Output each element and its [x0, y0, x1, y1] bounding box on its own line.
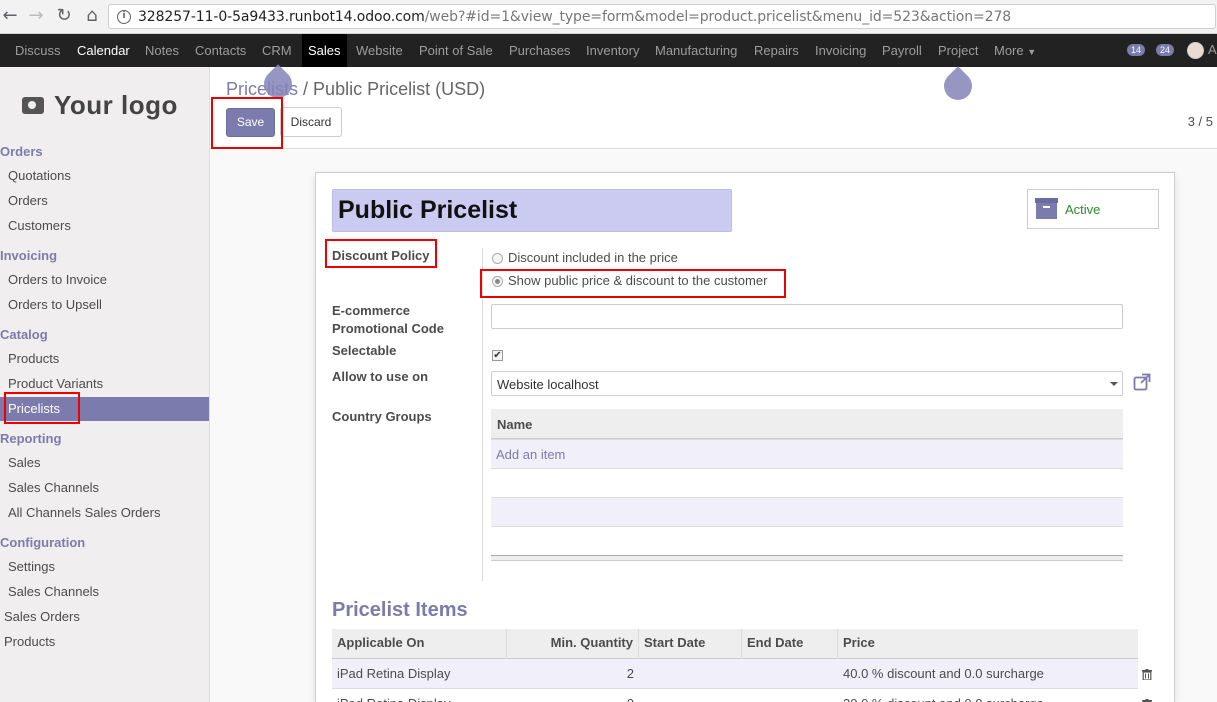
table-header: Name: [491, 409, 1123, 439]
pricelist-name-input[interactable]: Public Pricelist: [332, 189, 732, 232]
activities-badge[interactable]: 24: [1156, 44, 1175, 56]
nav-calendar[interactable]: Calendar: [77, 34, 130, 67]
nav-manufacturing[interactable]: Manufacturing: [655, 34, 737, 67]
sidebar: Your logo Orders Quotations Orders Custo…: [0, 67, 210, 702]
nav-repairs[interactable]: Repairs: [754, 34, 799, 67]
col-price[interactable]: Price: [838, 629, 1138, 659]
breadcrumb-current: Public Pricelist (USD): [313, 79, 486, 99]
sidebar-section-orders[interactable]: Orders: [0, 144, 43, 159]
caret-down-icon: ▼: [1027, 47, 1037, 57]
discount-policy-label: Discount Policy: [332, 248, 430, 263]
control-panel: Pricelists / Public Pricelist (USD) Save…: [210, 67, 1217, 149]
promo-code-input[interactable]: [491, 304, 1123, 329]
sidebar-section-configuration[interactable]: Configuration: [0, 535, 85, 550]
sidebar-item-sales[interactable]: Sales: [8, 455, 41, 470]
col-end-date[interactable]: End Date: [742, 629, 838, 659]
form-sheet: Public Pricelist Active Discount Policy …: [315, 172, 1175, 702]
sidebar-item-orders[interactable]: Orders: [8, 193, 48, 208]
ecommerce-code-label: E-commerce Promotional Code: [332, 303, 444, 336]
sidebar-item-settings[interactable]: Settings: [8, 559, 55, 574]
nav-website[interactable]: Website: [356, 34, 403, 67]
company-logo[interactable]: Your logo: [22, 85, 178, 125]
nav-purchases[interactable]: Purchases: [509, 34, 570, 67]
sidebar-item-customers[interactable]: Customers: [8, 218, 71, 233]
selectable-label: Selectable: [332, 343, 397, 358]
add-item-row[interactable]: Add an item: [491, 439, 1123, 468]
col-applicable-on[interactable]: Applicable On: [332, 629, 507, 659]
dropdown-caret-icon: [1110, 382, 1118, 386]
sidebar-section-reporting[interactable]: Reporting: [0, 431, 61, 446]
table-row: [491, 526, 1123, 555]
home-icon[interactable]: ⌂: [82, 6, 102, 26]
nav-contacts[interactable]: Contacts: [195, 34, 246, 67]
nav-discuss[interactable]: Discuss: [15, 34, 61, 67]
sidebar-section-catalog[interactable]: Catalog: [0, 327, 48, 342]
reload-icon[interactable]: ↻: [54, 6, 74, 26]
sidebar-item-quotations[interactable]: Quotations: [8, 168, 71, 183]
sidebar-section-invoicing[interactable]: Invoicing: [0, 248, 57, 263]
sidebar-item-orders-to-upsell[interactable]: Orders to Upsell: [8, 297, 102, 312]
nav-crm[interactable]: CRM: [262, 34, 292, 67]
sidebar-item-config-sales-channels[interactable]: Sales Channels: [8, 584, 99, 599]
nav-payroll[interactable]: Payroll: [882, 34, 922, 67]
nav-project[interactable]: Project: [938, 34, 978, 67]
table-row[interactable]: iPad Retina Display 0 20.0 % discount an…: [332, 689, 1138, 702]
forward-arrow-icon[interactable]: →: [26, 6, 46, 26]
sidebar-item-sales-orders[interactable]: Sales Orders: [4, 609, 80, 624]
show-discount-radio[interactable]: [492, 276, 503, 287]
table-row: [491, 497, 1123, 526]
discard-button[interactable]: Discard: [280, 107, 342, 137]
table-row: [491, 468, 1123, 497]
table-footer: [491, 555, 1123, 561]
country-groups-label: Country Groups: [332, 409, 432, 424]
nav-inventory[interactable]: Inventory: [586, 34, 639, 67]
pager-value[interactable]: 3 / 5: [1188, 114, 1213, 129]
address-bar[interactable]: i 328257-11-0-5a9433.runbot14.odoo.com/w…: [108, 4, 1216, 29]
browser-toolbar: ← → ↻ ⌂ i 328257-11-0-5a9433.runbot14.od…: [0, 0, 1217, 34]
active-toggle-button[interactable]: Active: [1027, 189, 1159, 229]
nav-sales[interactable]: Sales: [302, 34, 347, 67]
sidebar-item-pricelists[interactable]: Pricelists: [0, 397, 209, 421]
col-min-quantity[interactable]: Min. Quantity: [507, 629, 639, 659]
table-row[interactable]: iPad Retina Display 2 40.0 % discount an…: [332, 659, 1138, 689]
sidebar-item-all-channels-sales-orders[interactable]: All Channels Sales Orders: [8, 505, 160, 520]
country-groups-table: Name Add an item: [491, 409, 1123, 564]
allow-to-use-on-label: Allow to use on: [332, 369, 429, 384]
main-navbar: Discuss Calendar Notes Contacts CRM Sale…: [0, 34, 1217, 67]
discount-included-label[interactable]: Discount included in the price: [508, 250, 678, 265]
trash-icon[interactable]: [1142, 669, 1152, 680]
url-text: 328257-11-0-5a9433.runbot14.odoo.com/web…: [138, 9, 1012, 25]
form-divider: [482, 248, 483, 581]
website-select[interactable]: Website localhost: [491, 371, 1123, 396]
user-name[interactable]: A: [1208, 42, 1217, 57]
nav-notes[interactable]: Notes: [145, 34, 179, 67]
back-arrow-icon[interactable]: ←: [0, 6, 20, 26]
discount-included-radio[interactable]: [492, 253, 503, 264]
sidebar-item-products-extra[interactable]: Products: [4, 634, 55, 649]
external-link-icon[interactable]: [1133, 373, 1151, 391]
col-start-date[interactable]: Start Date: [639, 629, 742, 659]
sidebar-item-sales-channels[interactable]: Sales Channels: [8, 480, 99, 495]
selectable-checkbox[interactable]: ✔: [492, 350, 503, 361]
sidebar-item-orders-to-invoice[interactable]: Orders to Invoice: [8, 272, 107, 287]
sidebar-item-product-variants[interactable]: Product Variants: [8, 376, 103, 391]
add-item-link[interactable]: Add an item: [496, 447, 565, 462]
nav-more[interactable]: More ▼: [994, 34, 1036, 67]
camera-icon: [22, 96, 44, 114]
user-avatar[interactable]: [1187, 42, 1204, 59]
messages-badge[interactable]: 14: [1127, 44, 1146, 56]
info-icon[interactable]: i: [117, 10, 131, 24]
sidebar-item-products[interactable]: Products: [8, 351, 59, 366]
save-button[interactable]: Save: [226, 108, 275, 137]
table-header: Applicable On Min. Quantity Start Date E…: [332, 629, 1138, 659]
archive-icon: [1035, 198, 1058, 219]
nav-invoicing[interactable]: Invoicing: [815, 34, 866, 67]
pricelist-items-title: Pricelist Items: [332, 599, 468, 621]
nav-point-of-sale[interactable]: Point of Sale: [419, 34, 493, 67]
show-discount-label[interactable]: Show public price & discount to the cust…: [508, 273, 767, 288]
